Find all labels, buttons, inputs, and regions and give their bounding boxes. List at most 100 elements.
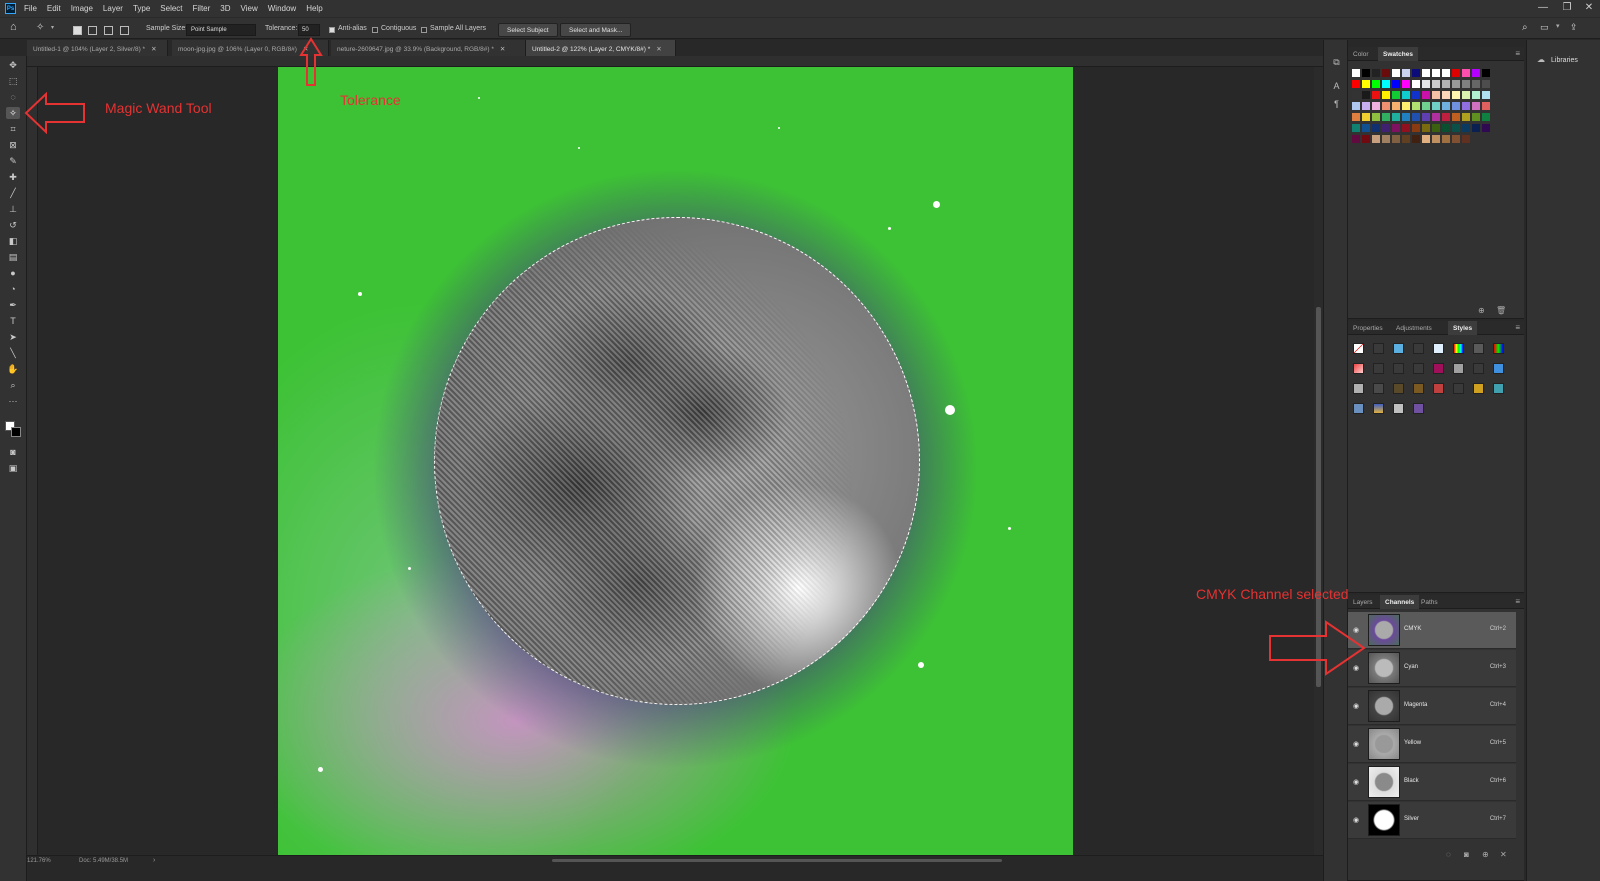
save-selection-channel-icon[interactable]: ◙ xyxy=(1464,850,1469,859)
tab-close-icon[interactable]: ✕ xyxy=(500,46,505,53)
color-swatch[interactable] xyxy=(1482,69,1490,77)
color-swatch[interactable] xyxy=(1372,113,1380,121)
tab-neture[interactable]: neture-2609647.jpg @ 33.9% (Background, … xyxy=(331,40,526,56)
color-swatch[interactable] xyxy=(1352,135,1360,143)
color-swatch[interactable] xyxy=(1412,102,1420,110)
color-swatch[interactable] xyxy=(1422,124,1430,132)
color-swatch[interactable] xyxy=(1382,102,1390,110)
style-swatch[interactable] xyxy=(1393,403,1404,414)
eraser-icon[interactable]: ◧ xyxy=(6,235,20,247)
color-swatch[interactable] xyxy=(1372,69,1380,77)
color-swatch[interactable] xyxy=(1452,80,1460,88)
tab-untitled-2[interactable]: Untitled-2 @ 122% (Layer 2, CMYK/8#) * ✕ xyxy=(526,40,676,56)
style-swatch[interactable] xyxy=(1493,343,1504,354)
color-swatch[interactable] xyxy=(1442,102,1450,110)
tab-close-icon[interactable]: ✕ xyxy=(656,46,661,53)
color-swatch[interactable] xyxy=(1462,135,1470,143)
style-swatch[interactable] xyxy=(1373,343,1384,354)
color-swatch[interactable] xyxy=(1372,102,1380,110)
color-swatch[interactable] xyxy=(1402,113,1410,121)
type-icon[interactable]: T xyxy=(6,315,20,327)
tab-properties[interactable]: Properties xyxy=(1348,321,1388,335)
channel-row-silver[interactable]: ◉ Silver Ctrl+7 xyxy=(1348,802,1516,839)
color-swatch[interactable] xyxy=(1472,102,1480,110)
color-swatch[interactable] xyxy=(1412,69,1420,77)
horizontal-scrollbar[interactable] xyxy=(552,859,1002,862)
color-swatch[interactable] xyxy=(1452,124,1460,132)
menu-help[interactable]: Help xyxy=(306,4,322,13)
new-swatch-icon[interactable]: ⊕ xyxy=(1478,306,1485,315)
channel-row-cyan[interactable]: ◉ Cyan Ctrl+3 xyxy=(1348,650,1516,687)
style-swatch[interactable] xyxy=(1453,363,1464,374)
tab-layers[interactable]: Layers xyxy=(1348,595,1378,609)
color-swatch[interactable] xyxy=(1352,91,1360,99)
intersect-selection-icon[interactable] xyxy=(120,26,129,35)
color-swatch[interactable] xyxy=(1402,69,1410,77)
workspace-icon[interactable]: ▭ xyxy=(1540,22,1549,33)
color-swatch[interactable] xyxy=(1462,69,1470,77)
color-swatch[interactable] xyxy=(1482,102,1490,110)
color-swatch[interactable] xyxy=(1362,135,1370,143)
libraries-cloud-icon[interactable]: ☁ xyxy=(1537,55,1545,64)
color-swatch[interactable] xyxy=(1482,124,1490,132)
color-swatch[interactable] xyxy=(1422,80,1430,88)
menu-file[interactable]: File xyxy=(24,4,37,13)
color-swatch[interactable] xyxy=(1402,80,1410,88)
healing-brush-icon[interactable]: ✚ xyxy=(6,171,20,183)
color-swatch[interactable] xyxy=(1402,124,1410,132)
home-icon[interactable]: ⌂ xyxy=(10,21,17,33)
color-swatch[interactable] xyxy=(1402,102,1410,110)
style-swatch[interactable] xyxy=(1353,363,1364,374)
clone-stamp-icon[interactable]: ⊥ xyxy=(6,203,20,215)
color-swatch[interactable] xyxy=(1462,113,1470,121)
color-swatch[interactable] xyxy=(1392,102,1400,110)
color-swatch[interactable] xyxy=(1352,113,1360,121)
style-swatch[interactable] xyxy=(1353,383,1364,394)
color-swatch[interactable] xyxy=(1412,113,1420,121)
pen-icon[interactable]: ✒ xyxy=(6,299,20,311)
dodge-icon[interactable]: ◔ xyxy=(6,283,20,295)
color-swatch[interactable] xyxy=(1392,113,1400,121)
color-swatch[interactable] xyxy=(1422,135,1430,143)
add-to-selection-icon[interactable] xyxy=(88,26,97,35)
color-swatch[interactable] xyxy=(1442,80,1450,88)
color-swatch[interactable] xyxy=(1362,113,1370,121)
color-swatch[interactable] xyxy=(1452,102,1460,110)
tab-swatches[interactable]: Swatches xyxy=(1378,47,1418,61)
menu-window[interactable]: Window xyxy=(268,4,296,13)
color-swatch[interactable] xyxy=(1422,113,1430,121)
tab-styles[interactable]: Styles xyxy=(1448,321,1478,335)
color-swatch[interactable] xyxy=(1432,124,1440,132)
color-swatch[interactable] xyxy=(1442,91,1450,99)
color-swatch[interactable] xyxy=(1422,102,1430,110)
menu-edit[interactable]: Edit xyxy=(47,4,61,13)
color-swatch[interactable] xyxy=(1362,80,1370,88)
color-swatch[interactable] xyxy=(1372,124,1380,132)
history-brush-icon[interactable]: ↺ xyxy=(6,219,20,231)
document-canvas[interactable] xyxy=(278,67,1073,855)
color-swatch[interactable] xyxy=(1452,91,1460,99)
minimize-icon[interactable]: — xyxy=(1536,2,1550,14)
style-swatch[interactable] xyxy=(1493,363,1504,374)
color-swatch[interactable] xyxy=(1442,69,1450,77)
color-swatch[interactable] xyxy=(1432,69,1440,77)
color-swatch[interactable] xyxy=(1422,91,1430,99)
color-swatch[interactable] xyxy=(1472,69,1480,77)
color-swatch[interactable] xyxy=(1412,91,1420,99)
color-swatch[interactable] xyxy=(1372,80,1380,88)
character-panel-icon[interactable]: A xyxy=(1330,80,1343,92)
style-swatch[interactable] xyxy=(1413,403,1424,414)
style-swatch[interactable] xyxy=(1473,343,1484,354)
chevron-down-icon[interactable]: ▾ xyxy=(51,24,54,31)
style-swatch[interactable] xyxy=(1413,363,1424,374)
color-swatch[interactable] xyxy=(1382,80,1390,88)
magic-wand-preset-icon[interactable]: ✧ xyxy=(36,22,44,33)
tab-untitled-1[interactable]: Untitled-1 @ 104% (Layer 2, Silver/8) * ✕ xyxy=(27,40,168,56)
style-swatch[interactable] xyxy=(1433,343,1444,354)
color-swatch[interactable] xyxy=(1472,113,1480,121)
color-swatch[interactable] xyxy=(1382,91,1390,99)
color-swatch[interactable] xyxy=(1472,124,1480,132)
hand-icon[interactable]: ✋ xyxy=(6,363,20,375)
style-swatch[interactable] xyxy=(1413,383,1424,394)
color-swatch[interactable] xyxy=(1482,91,1490,99)
